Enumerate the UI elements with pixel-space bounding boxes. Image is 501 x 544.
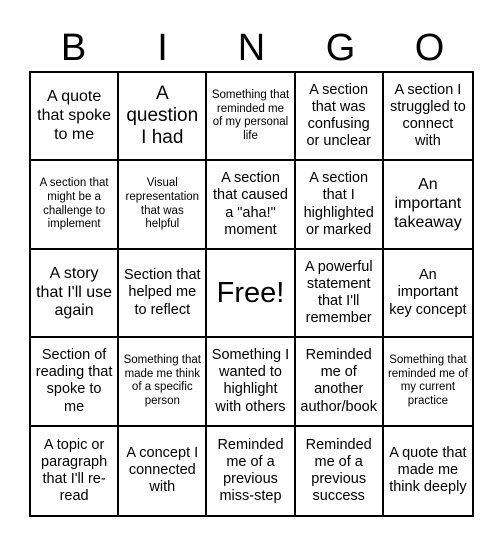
- bingo-cell-label: A section that might be a challenge to i…: [39, 177, 109, 231]
- bingo-cell-label: A quote that made me think deeply: [389, 445, 467, 496]
- bingo-cell-label: A question I had: [126, 82, 199, 149]
- bingo-cell-label: Reminded me of a previous success: [305, 436, 372, 504]
- bingo-cell-label: A topic or paragraph that I'll re-read: [41, 436, 108, 504]
- bingo-cell-n5[interactable]: Reminded me of a previous miss-step: [207, 426, 296, 515]
- bingo-cell-o4[interactable]: Something that reminded me of my current…: [383, 338, 472, 427]
- header-letter-g: G: [325, 27, 356, 69]
- bingo-cell-label: Something that made me think of a specif…: [123, 354, 201, 407]
- bingo-board: A quote that spoke to me A question I had…: [29, 71, 474, 517]
- bingo-cell-label: Reminded me of another author/book: [300, 347, 377, 415]
- bingo-cell-n4[interactable]: Something I wanted to highlight with oth…: [207, 338, 296, 427]
- bingo-cell-label: A section that was confusing or unclear: [306, 81, 371, 150]
- header-letter-b: B: [60, 27, 87, 69]
- bingo-cell-i5[interactable]: A concept I connected with: [119, 426, 208, 515]
- bingo-cell-label: A section that caused a "aha!" moment: [213, 170, 288, 238]
- bingo-cell-i2[interactable]: Visual representation that was helpful: [119, 161, 208, 250]
- bingo-cell-g3[interactable]: A powerful statement that I'll remember: [295, 249, 384, 339]
- bingo-cell-i1[interactable]: A question I had: [119, 73, 208, 162]
- bingo-cell-label: Visual representation that was helpful: [125, 177, 200, 231]
- bingo-cell-b3[interactable]: A story that I'll use again: [31, 249, 120, 339]
- bingo-cell-b2[interactable]: A section that might be a challenge to i…: [31, 161, 120, 250]
- bingo-cell-i3[interactable]: Section that helped me to reflect: [119, 249, 208, 339]
- bingo-cell-o1[interactable]: A section I struggled to connect with: [383, 73, 472, 162]
- bingo-cell-b1[interactable]: A quote that spoke to me: [31, 73, 120, 162]
- bingo-cell-label: A section I struggled to connect with: [390, 81, 466, 150]
- bingo-cell-label: A section that I highlighted or marked: [303, 170, 374, 238]
- bingo-cell-label: Reminded me of a previous miss-step: [217, 436, 284, 504]
- bingo-cell-label: Something that reminded me of my current…: [387, 354, 468, 407]
- bingo-cell-g1[interactable]: A section that was confusing or unclear: [295, 73, 384, 162]
- bingo-cell-n2[interactable]: A section that caused a "aha!" moment: [207, 161, 296, 250]
- header-letter-n: N: [237, 27, 266, 69]
- bingo-cell-n1[interactable]: Something that reminded me of my persona…: [207, 73, 296, 162]
- bingo-cell-label: Something that reminded me of my persona…: [211, 89, 290, 142]
- header-letter-i: I: [157, 27, 168, 69]
- free-space-label: Free!: [216, 276, 285, 309]
- bingo-cell-label: An important key concept: [389, 267, 467, 318]
- bingo-header: B I N G O: [29, 24, 474, 72]
- free-space-cell[interactable]: Free!: [207, 249, 296, 339]
- bingo-cell-label: A powerful statement that I'll remember: [304, 258, 373, 327]
- bingo-cell-label: A story that I'll use again: [36, 264, 113, 320]
- bingo-cell-i4[interactable]: Something that made me think of a specif…: [119, 338, 208, 427]
- bingo-cell-b5[interactable]: A topic or paragraph that I'll re-read: [31, 426, 120, 515]
- bingo-cell-o3[interactable]: An important key concept: [383, 250, 472, 339]
- bingo-cell-label: An important takeaway: [394, 176, 462, 232]
- bingo-cell-o5[interactable]: A quote that made me think deeply: [384, 427, 472, 515]
- bingo-cell-o2[interactable]: An important takeaway: [383, 161, 472, 250]
- bingo-cell-label: A quote that spoke to me: [37, 87, 111, 143]
- bingo-cell-label: Something I wanted to highlight with oth…: [211, 347, 290, 415]
- bingo-cell-b4[interactable]: Section of reading that spoke to me: [31, 338, 120, 427]
- bingo-cell-g4[interactable]: Reminded me of another author/book: [295, 338, 384, 427]
- bingo-cell-g5[interactable]: Reminded me of a previous success: [296, 426, 384, 515]
- header-letter-o: O: [414, 27, 445, 69]
- bingo-cell-label: A concept I connected with: [126, 445, 199, 496]
- bingo-cell-g2[interactable]: A section that I highlighted or marked: [295, 161, 384, 250]
- bingo-cell-label: Section of reading that spoke to me: [35, 347, 113, 415]
- bingo-cell-label: Section that helped me to reflect: [124, 267, 201, 318]
